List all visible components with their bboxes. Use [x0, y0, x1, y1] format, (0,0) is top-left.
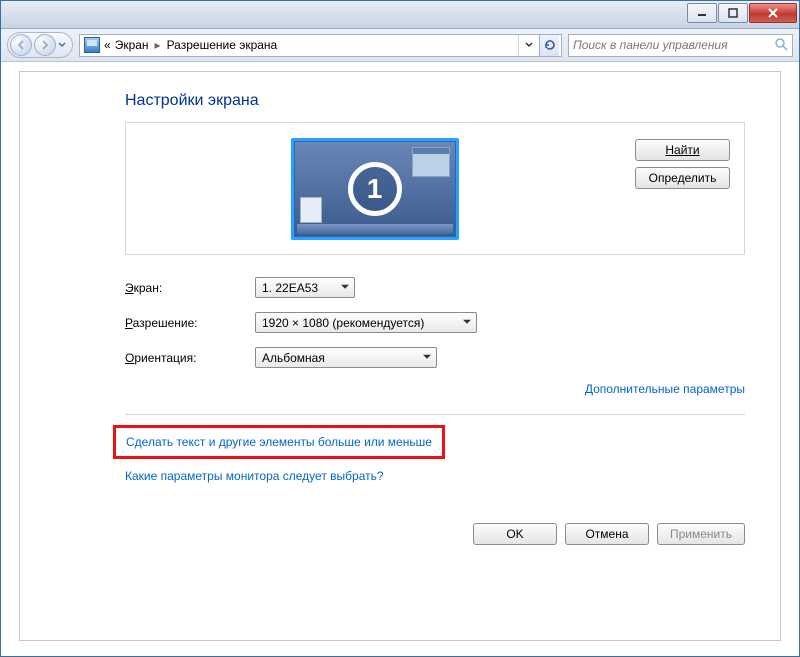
address-bar[interactable]: « Экран ▸ Разрешение экрана — [79, 34, 562, 57]
dropdown-resolution[interactable]: 1920 × 1080 (рекомендуется) — [255, 312, 477, 333]
dropdown-orientation[interactable]: Альбомная — [255, 347, 437, 368]
control-panel-icon — [84, 37, 100, 53]
label-orientation: Ориентация: — [125, 351, 245, 365]
navbar: « Экран ▸ Разрешение экрана Поиск в пане… — [1, 29, 799, 62]
row-screen: Экран: 1. 22EA53 — [125, 277, 745, 298]
address-dropdown-button[interactable] — [519, 35, 539, 56]
dropdown-screen[interactable]: 1. 22EA53 — [255, 277, 355, 298]
close-button[interactable] — [749, 3, 797, 23]
text-size-link[interactable]: Сделать текст и другие элементы больше и… — [126, 435, 432, 449]
highlighted-link-box: Сделать текст и другие элементы больше и… — [113, 425, 445, 459]
row-resolution: Разрешение: 1920 × 1080 (рекомендуется) — [125, 312, 745, 333]
minimize-button[interactable] — [687, 3, 717, 23]
display-preview-area: 1 Найти Определить — [125, 122, 745, 255]
dropdown-resolution-value: 1920 × 1080 (рекомендуется) — [262, 316, 424, 330]
history-chevron-icon[interactable] — [58, 40, 66, 50]
apply-button[interactable]: Применить — [657, 523, 745, 545]
help-link-row: Какие параметры монитора следует выбрать… — [125, 469, 745, 483]
which-settings-link[interactable]: Какие параметры монитора следует выбрать… — [125, 469, 384, 483]
page-title: Настройки экрана — [125, 92, 745, 110]
mini-taskbar-icon — [297, 224, 453, 234]
preview-side-buttons: Найти Определить — [635, 131, 736, 189]
mini-window-icon — [412, 147, 450, 177]
mini-app-icon — [300, 197, 322, 223]
window-controls — [687, 3, 797, 23]
dialog-buttons: OK Отмена Применить — [125, 523, 745, 545]
chevron-right-icon: ▸ — [153, 38, 163, 52]
dropdown-orientation-value: Альбомная — [262, 351, 325, 365]
forward-button[interactable] — [34, 34, 56, 56]
search-icon — [774, 37, 788, 54]
cancel-button[interactable]: Отмена — [565, 523, 649, 545]
address-tail — [518, 35, 559, 56]
window-frame: « Экран ▸ Разрешение экрана Поиск в пане… — [0, 0, 800, 657]
back-button[interactable] — [10, 34, 32, 56]
detect-button[interactable]: Найти — [635, 139, 730, 161]
ok-button[interactable]: OK — [473, 523, 557, 545]
row-orientation: Ориентация: Альбомная — [125, 347, 745, 368]
titlebar — [1, 1, 799, 29]
settings-form: Экран: 1. 22EA53 Разрешение: 1920 × 1080… — [125, 277, 745, 368]
advanced-settings-link[interactable]: Дополнительные параметры — [585, 382, 745, 396]
breadcrumb-guillemet[interactable]: « — [104, 38, 111, 52]
nav-arrows — [7, 32, 73, 58]
breadcrumb-resolution[interactable]: Разрешение экрана — [167, 38, 278, 52]
maximize-button[interactable] — [718, 3, 748, 23]
label-resolution: Разрешение: — [125, 316, 245, 330]
monitor-number: 1 — [348, 162, 402, 216]
refresh-button[interactable] — [539, 35, 559, 56]
monitor-thumbnail[interactable]: 1 — [291, 138, 459, 240]
dropdown-screen-value: 1. 22EA53 — [262, 281, 318, 295]
advanced-link-row: Дополнительные параметры — [125, 382, 745, 396]
search-placeholder: Поиск в панели управления — [573, 38, 728, 52]
separator — [125, 414, 745, 415]
identify-button[interactable]: Определить — [635, 167, 730, 189]
breadcrumb-screen[interactable]: Экран — [115, 38, 149, 52]
display-preview[interactable]: 1 — [134, 131, 615, 246]
label-screen: Экран: — [125, 281, 245, 295]
search-input[interactable]: Поиск в панели управления — [568, 34, 793, 57]
content-panel: Настройки экрана 1 Найти Определить Экра… — [19, 71, 781, 641]
